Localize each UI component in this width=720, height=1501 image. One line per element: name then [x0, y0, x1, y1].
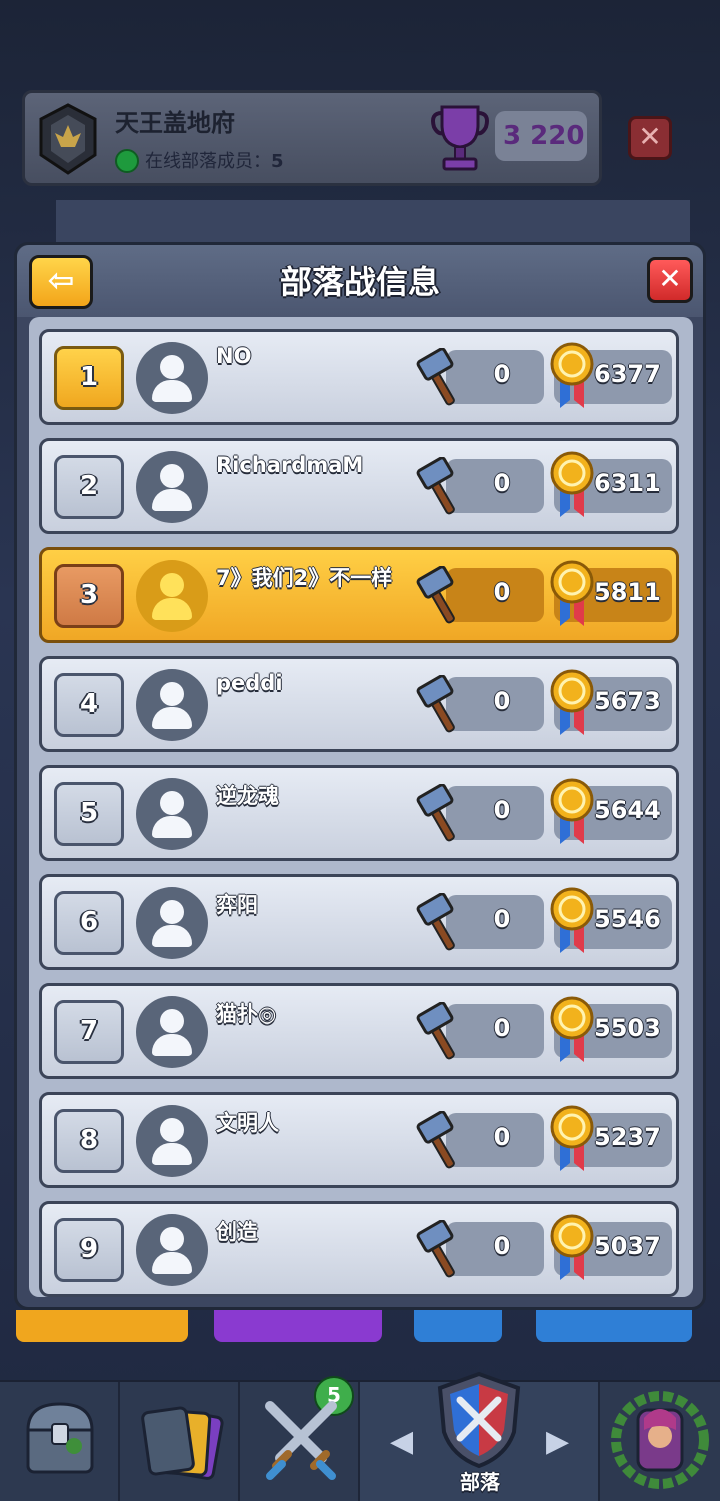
avatar-icon: [136, 996, 208, 1068]
member-name: RichardmaM: [216, 453, 364, 477]
medal-icon: [550, 887, 594, 953]
medal-icon: [550, 1105, 594, 1171]
background-blue-button-2: [536, 1310, 692, 1342]
rank-badge: 6: [54, 891, 124, 955]
clan-war-info-modal: ⇦ 部落战信息 ✕ 1 NO 0 6377 2 RichardmaM 0 631…: [14, 242, 706, 1310]
attacks-count: 0: [493, 687, 511, 715]
medal-icon: [550, 778, 594, 844]
rank-badge: 9: [54, 1218, 124, 1282]
rank-badge: 1: [54, 346, 124, 410]
medal-icon: [550, 342, 594, 408]
rank-badge: 2: [54, 455, 124, 519]
score-value: 5037: [594, 1232, 661, 1260]
score-value: 5546: [594, 905, 661, 933]
avatar-icon: [136, 778, 208, 850]
member-name: 创造: [216, 1220, 258, 1244]
attacks-count: 0: [493, 1014, 511, 1042]
rank-badge: 5: [54, 782, 124, 846]
member-name: 7》我们2》不一样: [216, 566, 393, 590]
background-yellow-button: [16, 1310, 188, 1342]
avatar-icon: [136, 451, 208, 523]
list-item[interactable]: 4 peddi 0 5673: [39, 656, 679, 752]
score-value: 6377: [594, 360, 661, 388]
member-name: peddi: [216, 671, 283, 695]
score-value: 5644: [594, 796, 661, 824]
background-purple-button: [214, 1310, 382, 1342]
score-value: 5503: [594, 1014, 661, 1042]
nav-cards[interactable]: 5: [120, 1376, 354, 1501]
member-list[interactable]: 1 NO 0 6377 2 RichardmaM 0 6311 3 7》我们2》…: [29, 317, 693, 1297]
medal-icon: [550, 560, 594, 626]
attacks-count: 0: [493, 360, 511, 388]
cards-icon: [141, 1406, 224, 1480]
trophy-icon: [431, 105, 489, 171]
laurel-portrait-icon: [611, 1391, 709, 1489]
score-value: 6311: [594, 469, 661, 497]
rank-badge: 3: [54, 564, 124, 628]
close-icon: ✕: [658, 262, 682, 295]
attacks-count: 0: [493, 905, 511, 933]
chevron-right-icon: ▶: [546, 1424, 570, 1459]
online-members-label: 在线部落成员：: [145, 151, 271, 172]
clan-header: 天王盖地府 在线部落成员：5 3 220: [22, 90, 602, 186]
list-item[interactable]: 2 RichardmaM 0 6311: [39, 438, 679, 534]
modal-title: 部落战信息: [279, 263, 440, 301]
clan-tab-label: 部落: [460, 1470, 500, 1494]
medal-icon: [550, 996, 594, 1062]
list-item[interactable]: 5 逆龙魂 0 5644: [39, 765, 679, 861]
attacks-count: 0: [493, 469, 511, 497]
clan-name: 天王盖地府: [115, 109, 235, 137]
attacks-count: 0: [493, 1123, 511, 1151]
background-blue-button: [414, 1310, 502, 1342]
list-item[interactable]: 9 创造 0 5037: [39, 1201, 679, 1297]
rank-badge: 4: [54, 673, 124, 737]
treasure-chest-icon: [26, 1402, 94, 1474]
avatar-icon: [136, 342, 208, 414]
nav-events[interactable]: [600, 1382, 720, 1501]
member-name: 逆龙魂: [216, 784, 279, 808]
nav-battle[interactable]: [240, 1382, 360, 1501]
member-name: 猫扑◎: [216, 1002, 277, 1026]
member-name: 文明人: [216, 1111, 279, 1135]
medal-icon: [550, 669, 594, 735]
nav-shop[interactable]: [0, 1382, 120, 1501]
avatar-icon: [136, 669, 208, 741]
list-item[interactable]: 8 文明人 0 5237: [39, 1092, 679, 1188]
online-members-count: 5: [271, 151, 284, 172]
modal-close-button[interactable]: ✕: [647, 257, 693, 303]
attacks-count: 0: [493, 1232, 511, 1260]
list-item[interactable]: 6 弈阳 0 5546: [39, 874, 679, 970]
online-status-icon: [115, 149, 139, 173]
score-value: 5237: [594, 1123, 661, 1151]
avatar-icon: [136, 560, 208, 632]
clan-trophy-count: 3 220: [503, 121, 585, 151]
attacks-count: 0: [493, 796, 511, 824]
bottom-navigation: 5 ◀ ▶ 部落: [0, 1371, 720, 1501]
crossed-swords-icon: [265, 1401, 337, 1480]
member-name: NO: [216, 344, 252, 368]
clan-badge-icon: [39, 103, 97, 175]
list-item[interactable]: 1 NO 0 6377: [39, 329, 679, 425]
list-item[interactable]: 7 猫扑◎ 0 5503: [39, 983, 679, 1079]
clan-shield-icon: [437, 1371, 521, 1469]
chevron-left-icon: ◀: [390, 1424, 414, 1459]
attacks-count: 0: [493, 578, 511, 606]
rank-badge: 7: [54, 1000, 124, 1064]
list-item-current-player[interactable]: 3 7》我们2》不一样 0 5811: [39, 547, 679, 643]
member-name: 弈阳: [216, 893, 258, 917]
rank-badge: 8: [54, 1109, 124, 1173]
avatar-icon: [136, 887, 208, 959]
avatar-icon: [136, 1214, 208, 1286]
avatar-icon: [136, 1105, 208, 1177]
header-close-button[interactable]: ✕: [628, 116, 672, 160]
medal-icon: [550, 451, 594, 517]
modal-header: ⇦ 部落战信息 ✕: [17, 245, 703, 317]
medal-icon: [550, 1214, 594, 1280]
score-value: 5673: [594, 687, 661, 715]
online-members: 在线部落成员：5: [145, 147, 284, 173]
background-panel: [56, 200, 690, 246]
score-value: 5811: [594, 578, 661, 606]
